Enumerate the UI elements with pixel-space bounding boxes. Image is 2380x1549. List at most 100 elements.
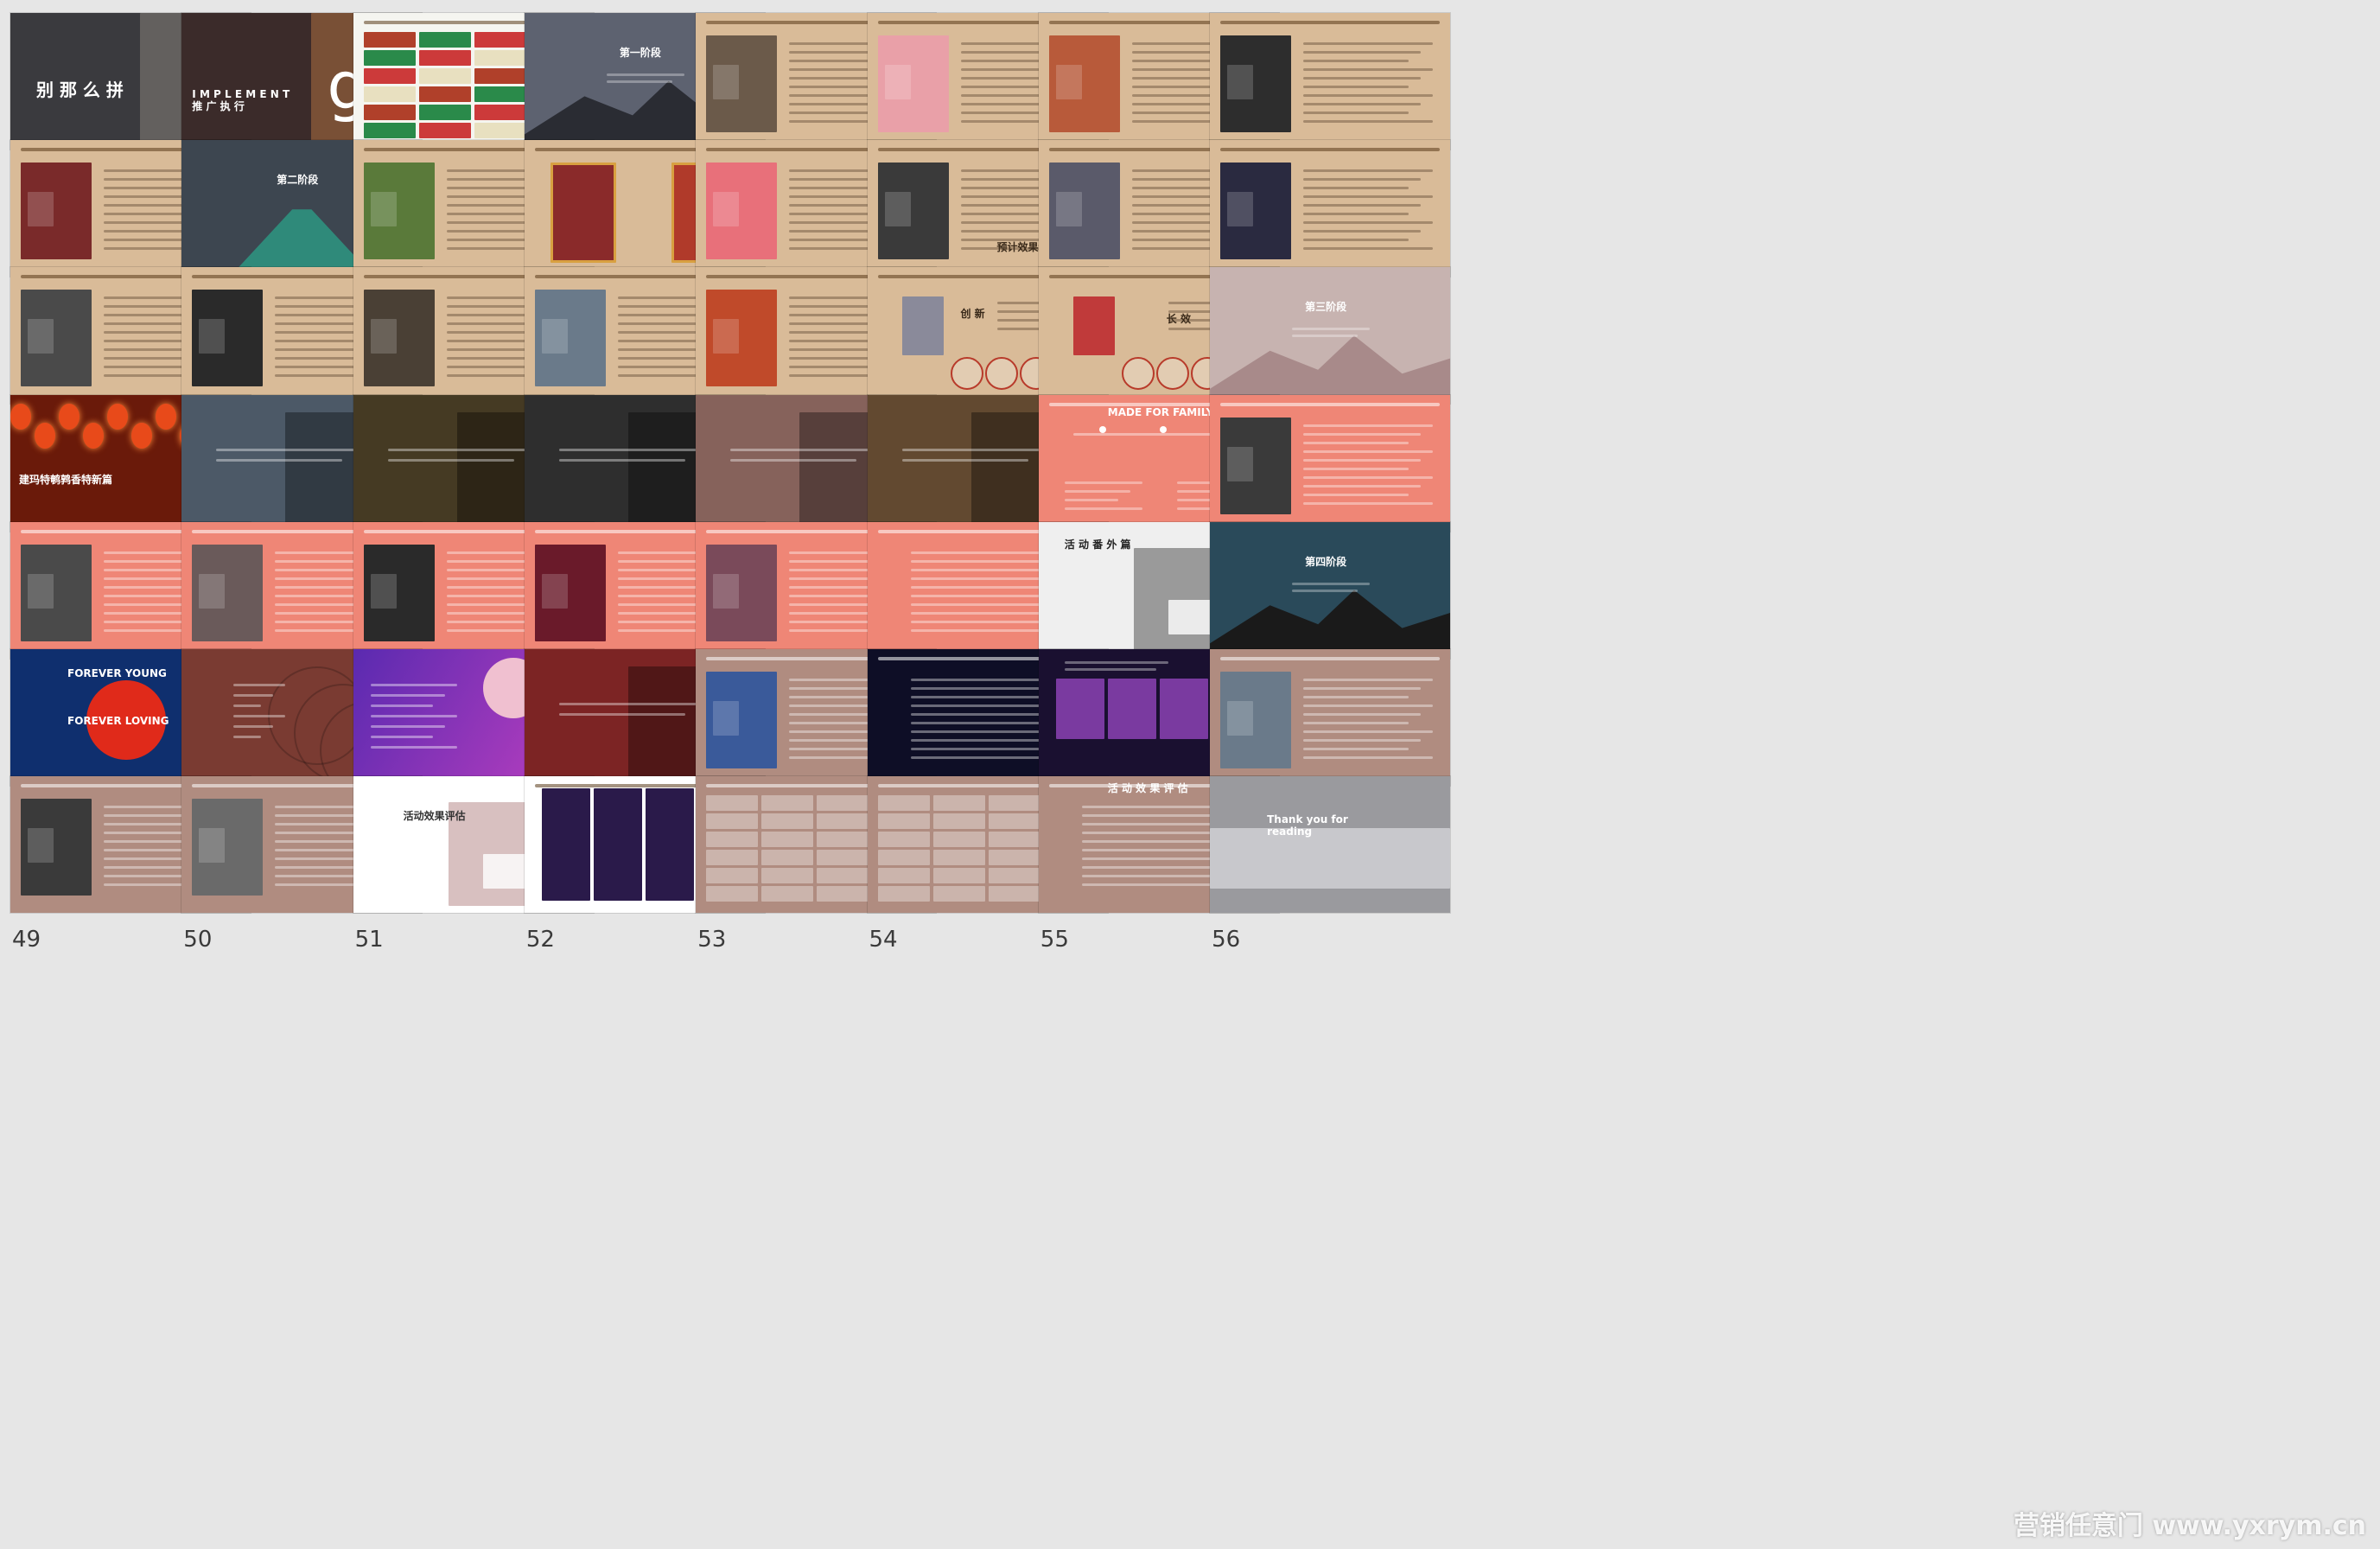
text-line: [606, 80, 672, 83]
text-line: [1303, 467, 1410, 470]
text-line: [910, 739, 1054, 742]
slide-number: 50: [183, 927, 213, 953]
table-cell: [363, 123, 416, 138]
text-line: [1081, 823, 1213, 826]
text-line: [1303, 94, 1434, 97]
text-line: [1303, 722, 1410, 724]
text-line: [901, 448, 1040, 451]
slide-image: [28, 192, 54, 227]
photo-strip: [1159, 679, 1208, 739]
text-line: [233, 725, 274, 728]
table-cell: [474, 105, 526, 120]
text-line: [370, 725, 445, 728]
photo-strip: [1055, 679, 1104, 739]
text-line: [1303, 42, 1434, 45]
phone-screenshot: [541, 788, 590, 902]
text-line: [1303, 730, 1434, 733]
text-line: [910, 687, 1054, 690]
slide-image: [28, 573, 54, 609]
text-line: [1303, 60, 1410, 62]
slide-image: [370, 319, 397, 354]
text-line: [1303, 441, 1410, 444]
text-line: [387, 458, 514, 462]
text-line: [730, 448, 869, 451]
slide-header-bar: [1220, 148, 1441, 152]
slide-preview[interactable]: Thank you for reading: [1210, 776, 1451, 914]
slide-preview[interactable]: [1210, 394, 1451, 532]
slide-image: [884, 192, 911, 227]
lantern-shape: [83, 422, 104, 449]
text-line: [233, 694, 274, 697]
table-cell: [474, 86, 526, 102]
table-cell: [817, 813, 869, 830]
text-line: [1303, 493, 1410, 496]
text-line: [370, 746, 457, 749]
text-line: [1064, 481, 1142, 484]
table-cell: [418, 50, 471, 66]
feature-circle: [1155, 357, 1189, 391]
text-line: [233, 736, 262, 738]
slide-title: 建玛特鹌鹑香特新篇: [19, 473, 113, 486]
slide-preview[interactable]: 第四阶段: [1210, 521, 1451, 659]
slide-image: [28, 828, 54, 864]
lantern-shape: [35, 422, 55, 449]
text-line: [216, 448, 355, 451]
text-line: [1303, 424, 1434, 427]
text-line: [910, 611, 1054, 615]
lantern-shape: [156, 403, 176, 430]
text-line: [910, 585, 1054, 589]
table-cell: [988, 795, 1040, 812]
text-line: [910, 559, 1054, 563]
slide-image: [713, 319, 740, 354]
poster-image: [550, 163, 616, 264]
slide-thumbnail-56[interactable]: Thank you for reading 56: [1210, 776, 1451, 958]
text-line: [1303, 748, 1410, 750]
table-cell: [418, 105, 471, 120]
text-line: [1292, 589, 1359, 592]
table-cell: [418, 32, 471, 48]
text-line: [1303, 704, 1434, 707]
text-line: [1303, 103, 1422, 105]
text-line: [1081, 814, 1225, 818]
slide-preview[interactable]: [1210, 140, 1451, 277]
feature-circle: [950, 357, 983, 391]
slide-title: 长 效: [1166, 313, 1191, 326]
slide-preview[interactable]: 第三阶段: [1210, 267, 1451, 405]
slide-preview[interactable]: [1210, 649, 1451, 786]
table-cell: [706, 813, 759, 830]
slide-image: [1055, 65, 1082, 99]
text-line: [1303, 51, 1422, 54]
table-cell: [877, 813, 930, 830]
table-cell: [877, 868, 930, 884]
text-line: [1292, 582, 1371, 585]
text-line: [1303, 221, 1434, 225]
table-cell: [474, 32, 526, 48]
slide-image: [1227, 192, 1254, 227]
lantern-shape: [10, 403, 31, 430]
slide-header-bar: [1220, 21, 1441, 24]
text-line: [1303, 475, 1434, 479]
text-line: [370, 704, 433, 707]
table-cell: [418, 86, 471, 102]
text-line: [1303, 77, 1422, 80]
text-line: [1303, 120, 1434, 123]
slide-preview[interactable]: [1210, 13, 1451, 150]
text-line: [910, 748, 1042, 750]
table-cell: [761, 868, 814, 884]
feature-circle: [984, 357, 1018, 391]
text-line: [1303, 756, 1434, 759]
table-cell: [706, 832, 759, 848]
text-line: [1303, 679, 1434, 681]
table-cell: [363, 105, 416, 120]
text-line: [910, 713, 1054, 716]
table-cell: [817, 850, 869, 866]
text-line: [1064, 498, 1118, 501]
diagram-node: [1098, 425, 1106, 433]
slide-title: 第三阶段: [1305, 301, 1347, 314]
text-line: [1064, 661, 1168, 664]
text-line: [1303, 484, 1422, 488]
lantern-shape: [59, 403, 80, 430]
text-line: [910, 568, 1042, 571]
slide-image: [1227, 65, 1254, 99]
table-cell: [877, 832, 930, 848]
